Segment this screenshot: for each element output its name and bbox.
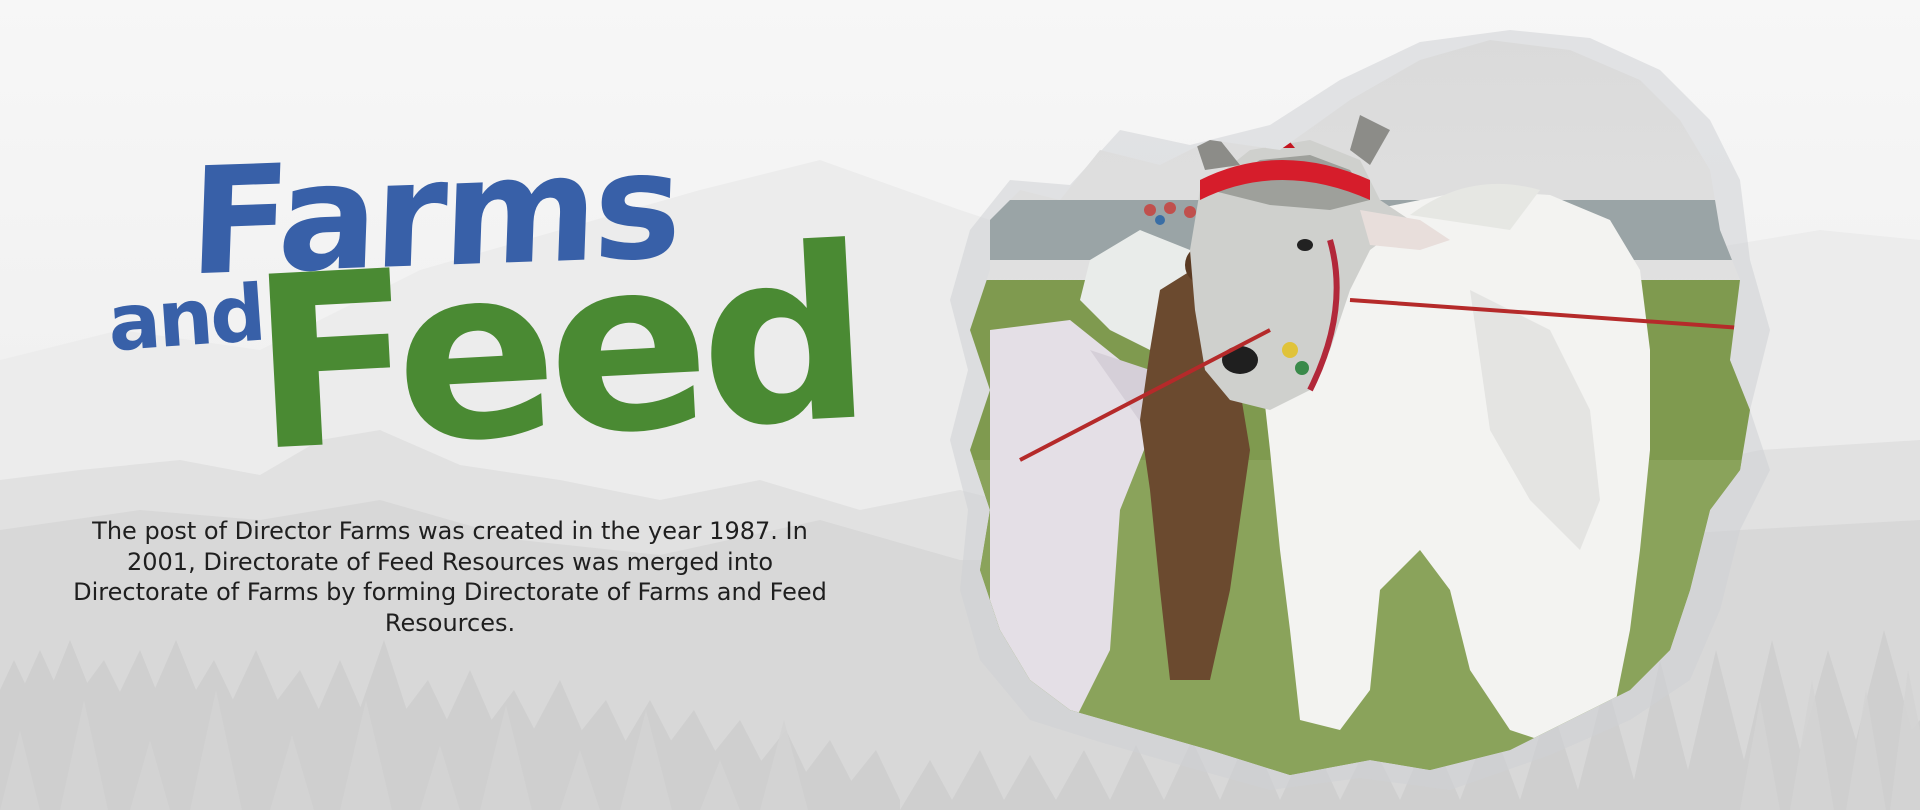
banner-title: Farms and Feed <box>0 0 868 505</box>
banner-description: The post of Director Farms was created i… <box>73 517 827 637</box>
bull-photo <box>950 30 1770 790</box>
hero-banner: Farms and Feed The post of Director Farm… <box>0 0 1920 810</box>
title-and: and <box>105 268 266 370</box>
title-feed: Feed <box>244 196 869 505</box>
